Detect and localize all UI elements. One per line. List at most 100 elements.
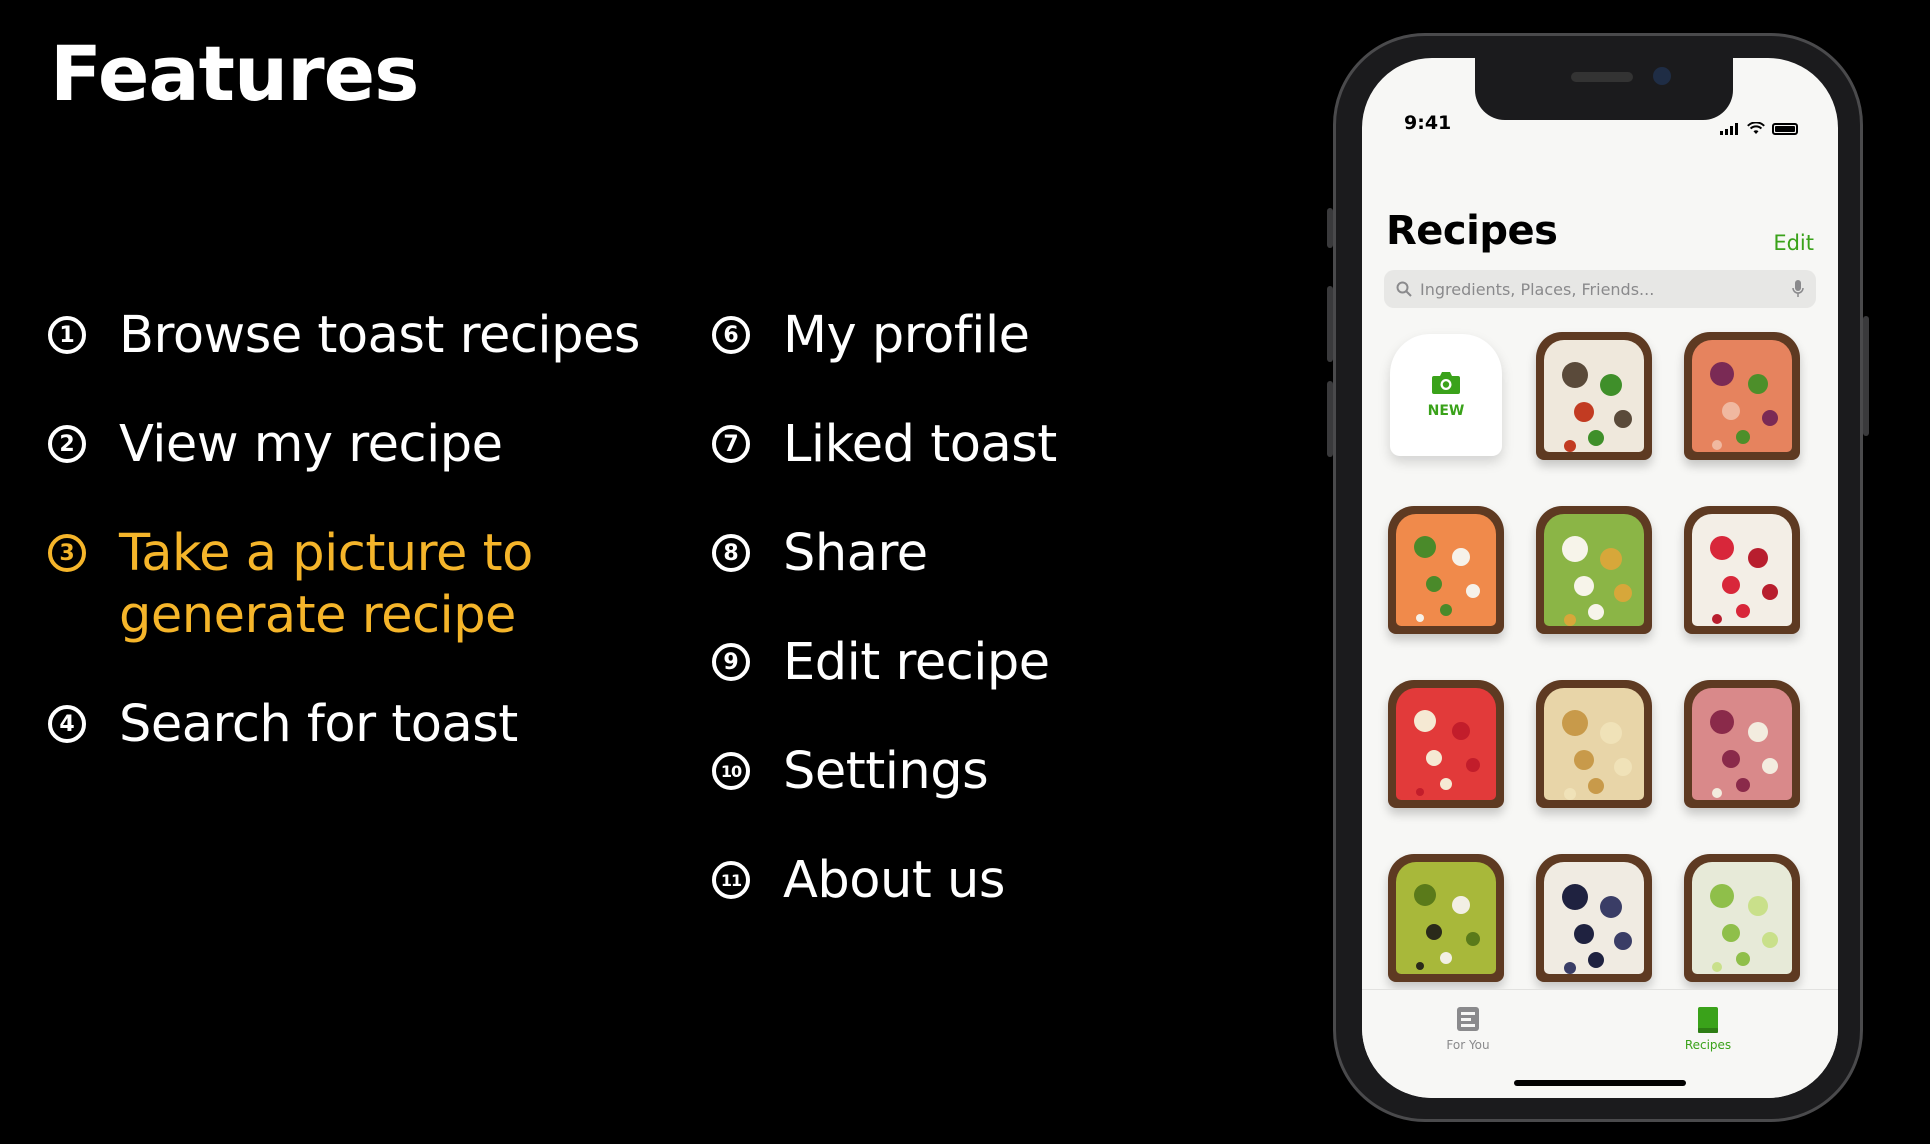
fig-ham-toast[interactable] — [1680, 676, 1804, 812]
toast-bread — [1536, 680, 1652, 808]
blueberry-toast[interactable] — [1532, 850, 1656, 986]
topping-piece — [1562, 710, 1588, 736]
toast-topping — [1396, 688, 1496, 800]
toast-topping — [1692, 862, 1792, 974]
tab-for-you[interactable]: For You — [1408, 1006, 1528, 1052]
topping-piece — [1722, 576, 1740, 594]
topping-piece — [1748, 548, 1768, 568]
topping-piece — [1588, 604, 1604, 620]
volume-down-button — [1327, 381, 1333, 457]
toast-bread — [1684, 680, 1800, 808]
front-camera — [1653, 67, 1671, 85]
salmon-onion-toast[interactable] — [1680, 328, 1804, 464]
topping-piece — [1762, 758, 1778, 774]
microphone-icon[interactable] — [1792, 280, 1804, 298]
topping-piece — [1748, 374, 1768, 394]
toast-bread — [1536, 854, 1652, 982]
feature-list-left: 1 Browse toast recipes 2 View my recipe … — [48, 305, 688, 803]
salmon-arugula-toast[interactable] — [1384, 502, 1508, 638]
feature-label: Settings — [783, 742, 989, 801]
feature-number: 8 — [712, 534, 750, 572]
topping-piece — [1722, 924, 1740, 942]
topping-piece — [1748, 722, 1768, 742]
iphone-mockup: 9:41 Recipes Edit Ingredients, Places, F… — [1327, 33, 1869, 1122]
status-icons — [1720, 116, 1798, 135]
status-time: 9:41 — [1404, 112, 1452, 134]
topping-piece — [1710, 710, 1734, 734]
search-placeholder: Ingredients, Places, Friends... — [1420, 279, 1655, 299]
topping-piece — [1426, 924, 1442, 940]
recipes-title: Recipes — [1386, 208, 1558, 254]
camera-icon — [1432, 372, 1460, 394]
topping-piece — [1562, 884, 1588, 910]
topping-piece — [1736, 430, 1750, 444]
topping-piece — [1710, 884, 1734, 908]
toast-bread — [1684, 506, 1800, 634]
topping-piece — [1712, 614, 1722, 624]
topping-piece — [1466, 584, 1480, 598]
feature-label: My profile — [783, 306, 1030, 365]
topping-piece — [1712, 788, 1722, 798]
topping-piece — [1762, 584, 1778, 600]
new-tile-label: NEW — [1427, 403, 1465, 419]
feature-label: Edit recipe — [783, 633, 1050, 692]
topping-piece — [1574, 924, 1594, 944]
feature-item-highlighted: 3 Take a picture to generate recipe — [48, 523, 688, 647]
cucumber-toast[interactable] — [1680, 850, 1804, 986]
wifi-icon — [1747, 122, 1765, 134]
topping-piece — [1574, 402, 1594, 422]
topping-piece — [1710, 362, 1734, 386]
topping-piece — [1600, 548, 1622, 570]
toast-topping — [1544, 688, 1644, 800]
feature-label: Liked toast — [783, 415, 1057, 474]
feature-number: 9 — [712, 643, 750, 681]
feature-list-right: 6 My profile 7 Liked toast 8 Share 9 Edi… — [712, 305, 1132, 959]
tab-recipes[interactable]: Recipes — [1648, 1006, 1768, 1052]
toast-topping — [1396, 862, 1496, 974]
recipe-grid: NEW — [1384, 328, 1820, 986]
feature-label: View my recipe — [119, 415, 503, 474]
new-recipe-tile[interactable]: NEW — [1384, 328, 1508, 464]
topping-piece — [1416, 788, 1424, 796]
topping-piece — [1722, 402, 1740, 420]
avocado-egg-toast[interactable] — [1532, 502, 1656, 638]
toast-topping — [1544, 514, 1644, 626]
edit-button[interactable]: Edit — [1773, 231, 1814, 255]
toast-bread — [1388, 854, 1504, 982]
toast-topping — [1396, 514, 1496, 626]
toast-topping — [1544, 340, 1644, 452]
notch — [1475, 58, 1733, 120]
tab-label: For You — [1446, 1038, 1490, 1052]
speaker — [1571, 72, 1633, 82]
feature-number: 6 — [712, 316, 750, 354]
topping-piece — [1712, 440, 1722, 450]
topping-piece — [1722, 750, 1740, 768]
feature-number: 1 — [48, 316, 86, 354]
toast-bread — [1388, 680, 1504, 808]
tab-label: Recipes — [1684, 1038, 1732, 1052]
mushroom-pepper-toast[interactable] — [1532, 328, 1656, 464]
feature-label: Take a picture to generate recipe — [119, 524, 533, 645]
toast-bread — [1536, 332, 1652, 460]
search-bar[interactable]: Ingredients, Places, Friends... — [1384, 270, 1816, 308]
feature-label: Browse toast recipes — [119, 306, 640, 365]
topping-piece — [1564, 788, 1576, 800]
feature-item: 8 Share — [712, 523, 1132, 585]
kiwi-toast[interactable] — [1384, 850, 1508, 986]
topping-piece — [1426, 576, 1442, 592]
topping-piece — [1416, 614, 1424, 622]
topping-piece — [1600, 896, 1622, 918]
banana-toast[interactable] — [1532, 676, 1656, 812]
for-you-icon — [1457, 1007, 1479, 1031]
topping-piece — [1564, 614, 1576, 626]
feature-item: 11 About us — [712, 850, 1132, 912]
topping-piece — [1452, 896, 1470, 914]
topping-piece — [1736, 604, 1750, 618]
toast-topping — [1544, 862, 1644, 974]
feature-number: 11 — [712, 861, 750, 899]
strawberry-almond-toast[interactable] — [1384, 676, 1508, 812]
feature-number: 7 — [712, 425, 750, 463]
topping-piece — [1614, 932, 1632, 950]
topping-piece — [1452, 548, 1470, 566]
strawberry-toast[interactable] — [1680, 502, 1804, 638]
